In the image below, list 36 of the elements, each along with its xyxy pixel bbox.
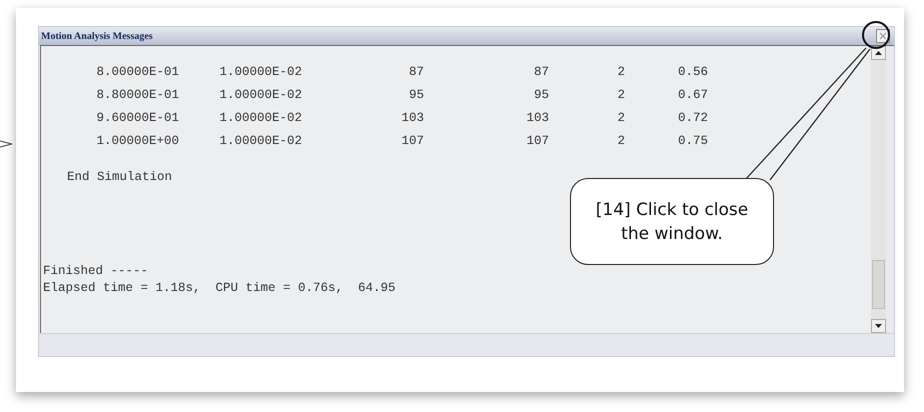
scrollbar[interactable] [871,46,886,333]
output-value: 87 [408,64,424,78]
output-value: 1.00000E-02 [218,88,302,102]
output-value: 87 [532,64,549,78]
output-value: 0.67 [676,88,708,102]
down-arrow-icon [875,324,882,328]
output-value: 0.56 [676,64,708,78]
output-value: 9.60000E-01 [95,110,179,124]
scroll-down-button[interactable] [871,319,886,333]
output-value: 2 [616,110,625,124]
output-value: 103 [525,110,549,124]
output-value: 107 [525,134,549,148]
summary-line: Elapsed time = 1.18s, CPU time = 0.76s, 64.95 [43,281,397,297]
output-value: 95 [532,88,549,102]
close-icon [879,32,887,40]
output-value: 0.75 [676,134,708,148]
output-value: 2 [616,134,625,148]
output-value: 8.80000E-01 [95,88,179,102]
output-value: 103 [400,110,424,124]
output-value: 1.00000E-02 [218,134,302,148]
up-arrow-icon [875,51,882,55]
end-message: End Simulation [67,170,174,186]
output-value: 2 [616,88,625,102]
window-title: Motion Analysis Messages [41,30,153,42]
scroll-thumb[interactable] [872,260,885,309]
output-value: 8.00000E-01 [95,64,179,78]
output-value: 1.00000E+00 [95,134,179,148]
output-value: 1.00000E-02 [218,64,302,78]
output-value: 2 [616,64,625,78]
output-value: 107 [400,134,424,148]
output-value: 1.00000E-02 [218,110,302,124]
output-value: 0.72 [676,110,708,124]
highlight-circle [862,21,890,49]
finished-line: Finished ----- [43,264,150,280]
output-value: 95 [408,88,424,102]
callout-text: [14] Click to close the window. [596,198,748,246]
